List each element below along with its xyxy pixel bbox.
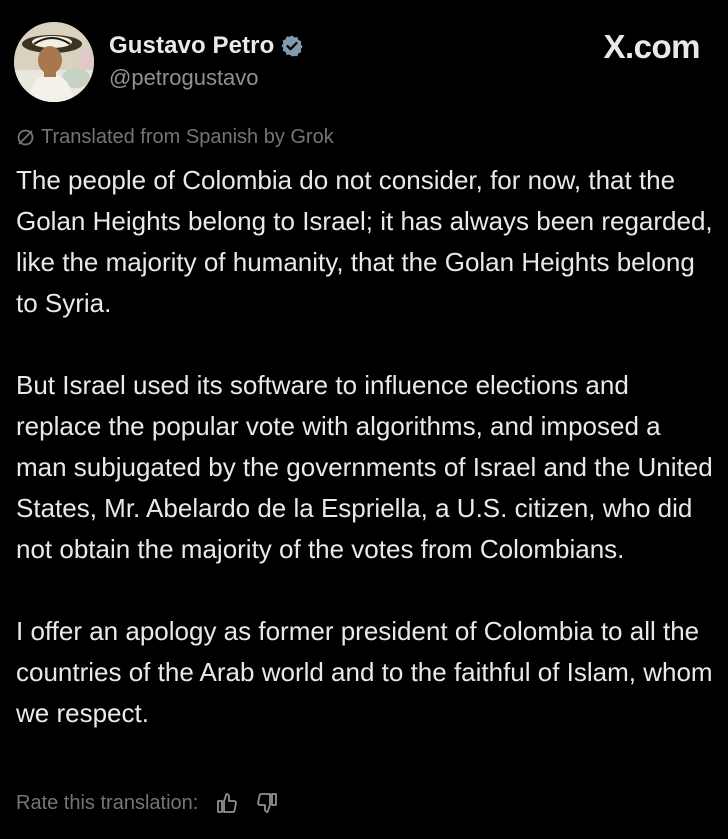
author-name-row: Gustavo Petro xyxy=(109,31,304,61)
verified-badge-icon xyxy=(280,34,304,58)
post-paragraph-1: The people of Colombia do not consider, … xyxy=(16,165,713,318)
translate-slash-icon xyxy=(16,128,35,147)
post-body: The people of Colombia do not consider, … xyxy=(16,160,716,734)
avatar[interactable] xyxy=(14,22,94,102)
profile-avatar-image xyxy=(14,22,94,102)
post-card: Gustavo Petro @petrogustavo X.com Transl… xyxy=(0,0,728,839)
translation-notice-text: Translated from Spanish by Grok xyxy=(41,126,334,148)
post-paragraph-2: But Israel used its software to influenc… xyxy=(16,370,713,564)
rate-translation-label: Rate this translation: xyxy=(16,791,199,814)
post-paragraph-3: I offer an apology as former president o… xyxy=(16,616,713,728)
thumbs-up-icon[interactable] xyxy=(214,790,240,816)
author-display-name[interactable]: Gustavo Petro xyxy=(109,32,274,60)
rate-translation-row: Rate this translation: xyxy=(16,790,280,816)
translation-notice: Translated from Spanish by Grok xyxy=(16,126,334,149)
thumbs-down-icon[interactable] xyxy=(254,790,280,816)
brand-logo: X.com xyxy=(603,28,700,65)
author-handle[interactable]: @petrogustavo xyxy=(109,65,259,91)
